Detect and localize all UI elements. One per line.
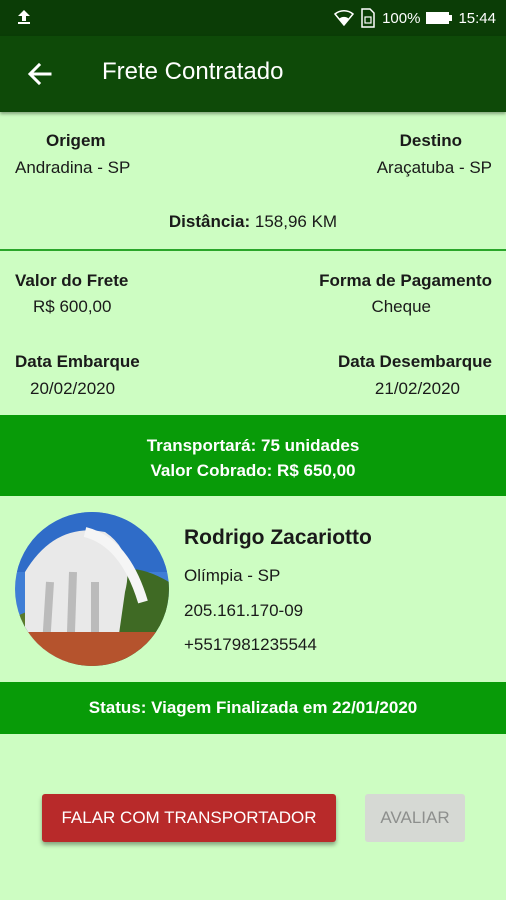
back-arrow-icon[interactable] [26, 60, 54, 88]
status-band: Status: Viagem Finalizada em 22/01/2020 [0, 682, 506, 734]
carrier-document: 205.161.170-09 [184, 601, 304, 620]
disembark-date-label: Data Desembarque [337, 352, 492, 371]
freight-value-label: Valor do Frete [15, 271, 129, 290]
transport-units: Transportará: 75 unidades [146, 436, 360, 455]
status-bar: 100% 15:44 [0, 0, 506, 36]
carrier-photo [15, 512, 169, 666]
upload-icon [18, 10, 30, 24]
summary-band: Transportará: 75 unidades Valor Cobrado:… [0, 415, 506, 496]
status-text: Status: Viagem Finalizada em 22/01/2020 [88, 698, 418, 717]
battery-percent: 100% [382, 9, 421, 27]
sim-card-icon [361, 8, 375, 28]
page-title: Frete Contratado [102, 58, 284, 85]
clock: 15:44 [458, 9, 496, 27]
payment-method-label: Forma de Pagamento [319, 271, 492, 290]
embark-date-label: Data Embarque [15, 352, 140, 371]
wifi-icon [334, 10, 355, 27]
battery-icon [426, 12, 453, 24]
origin-label: Origem [46, 131, 106, 150]
carrier-name: Rodrigo Zacariotto [184, 526, 372, 549]
app-bar: Frete Contratado [0, 36, 506, 112]
destination-label: Destino [399, 131, 462, 150]
avatar [15, 512, 169, 666]
divider [0, 249, 506, 251]
destination-value: Araçatuba - SP [376, 158, 492, 177]
distance-row: Distância: 158,96 KM [0, 212, 506, 232]
freight-value: R$ 600,00 [33, 297, 112, 316]
carrier-phone: +5517981235544 [184, 635, 317, 654]
charged-value: Valor Cobrado: R$ 650,00 [150, 461, 356, 480]
contact-carrier-button[interactable]: FALAR COM TRANSPORTADOR [42, 794, 336, 842]
distance-label: Distância: [168, 212, 251, 231]
origin-value: Andradina - SP [15, 158, 131, 177]
rate-button[interactable]: AVALIAR [365, 794, 465, 842]
carrier-city: Olímpia - SP [184, 566, 281, 585]
embark-date-value: 20/02/2020 [30, 379, 116, 398]
distance-value: 158,96 KM [250, 212, 338, 231]
disembark-date-value: 21/02/2020 [374, 379, 460, 398]
payment-method-value: Cheque [371, 297, 431, 316]
